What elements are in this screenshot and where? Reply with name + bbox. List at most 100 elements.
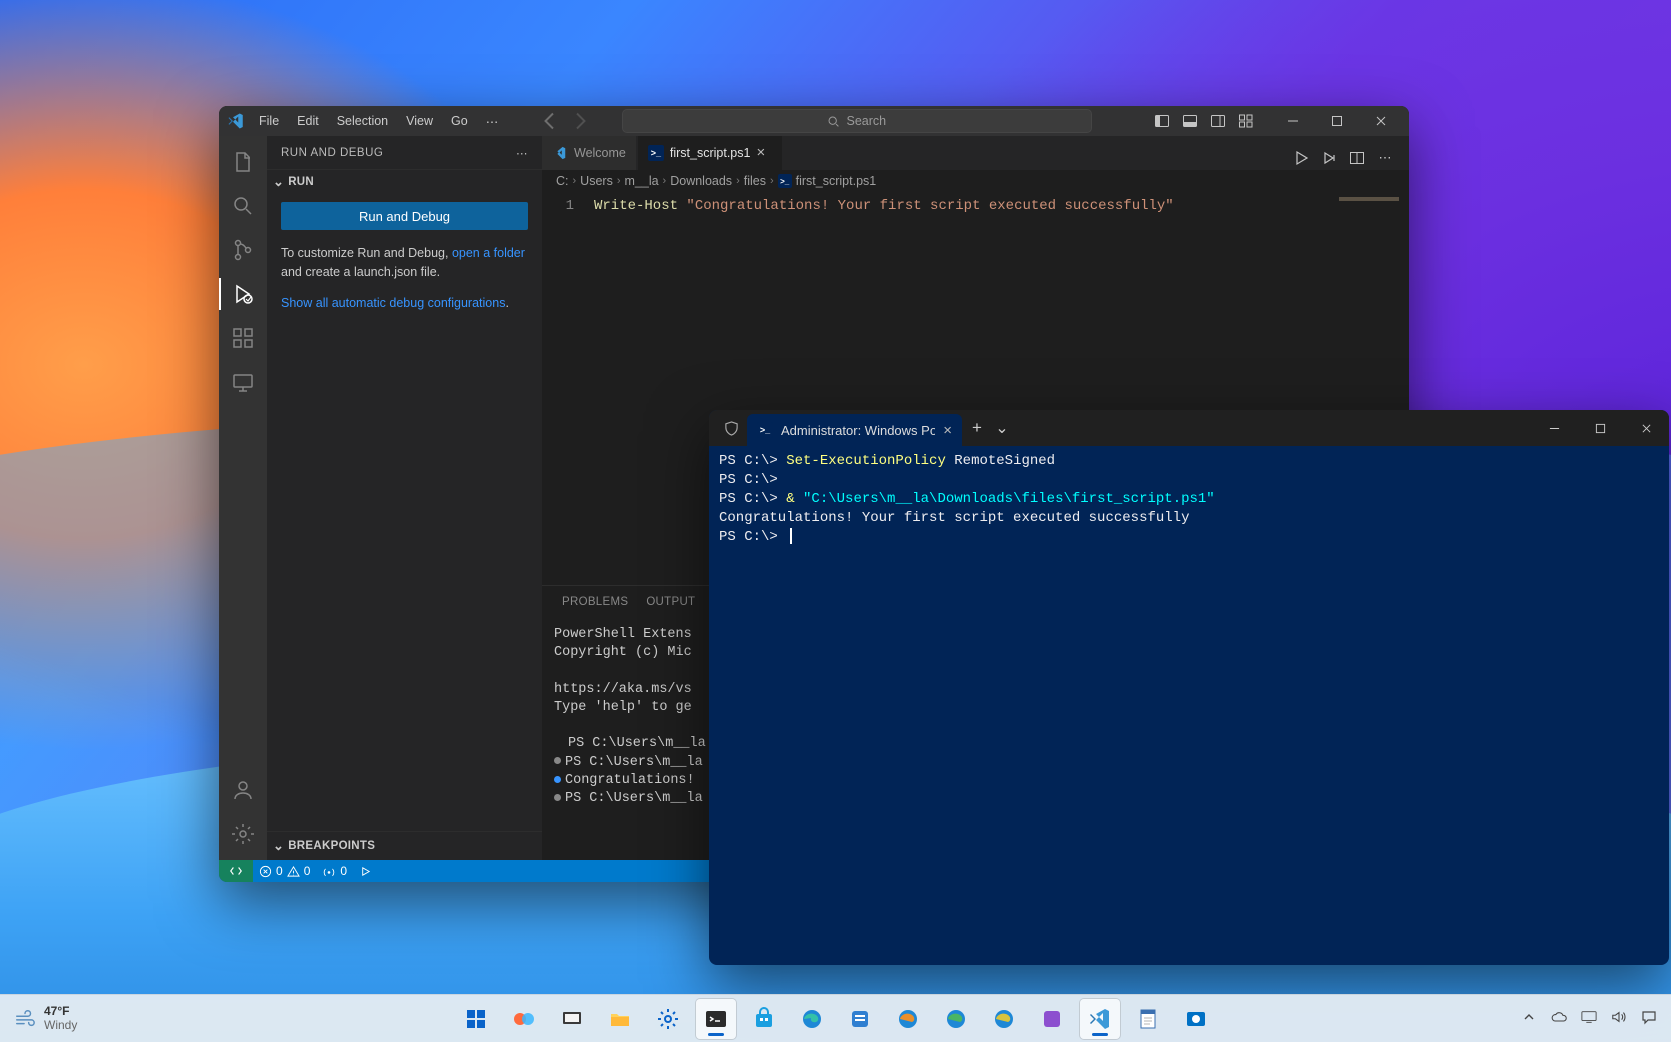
taskbar-app-terminal[interactable] <box>696 999 736 1039</box>
run-section-label: RUN <box>288 176 314 188</box>
run-section-header[interactable]: ⌄ RUN <box>267 170 542 194</box>
tray-chevron-up-icon[interactable] <box>1521 1009 1537 1028</box>
activity-explorer-icon[interactable] <box>219 142 267 182</box>
taskbar-app-vscode[interactable] <box>1080 999 1120 1039</box>
taskbar-app-edge-canary[interactable] <box>936 999 976 1039</box>
activity-settings-icon[interactable] <box>219 814 267 854</box>
terminal-titlebar[interactable]: >_ Administrator: Windows Powe × + ⌄ <box>709 410 1669 446</box>
system-tray <box>1521 1009 1657 1028</box>
new-tab-button[interactable]: + <box>962 418 992 438</box>
weather-temp: 47°F <box>44 1005 77 1018</box>
terminal-body[interactable]: PS C:\> Set-ExecutionPolicy RemoteSigned… <box>709 446 1669 965</box>
breadcrumbs[interactable]: C:› Users› m__la› Downloads› files› >_ f… <box>542 170 1409 192</box>
nav-back-icon[interactable] <box>538 109 562 133</box>
taskbar-app-settings[interactable] <box>648 999 688 1039</box>
activity-search-icon[interactable] <box>219 186 267 226</box>
minimize-button[interactable] <box>1531 410 1577 446</box>
menu-selection[interactable]: Selection <box>329 111 396 132</box>
layout-panel-icon[interactable] <box>1177 108 1203 134</box>
breadcrumb-item[interactable]: Downloads <box>670 174 732 188</box>
taskbar-app-generic-1[interactable] <box>840 999 880 1039</box>
tab-welcome[interactable]: Welcome <box>542 136 637 170</box>
run-debug-sidebar: RUN AND DEBUG ⋯ ⌄ RUN Run and Debug To c… <box>267 136 542 860</box>
tab-first-script[interactable]: >_ first_script.ps1 × <box>638 136 784 170</box>
maximize-button[interactable] <box>1315 106 1359 136</box>
taskbar-app-copilot[interactable] <box>504 999 544 1039</box>
breadcrumb-item[interactable]: Users <box>580 174 613 188</box>
sidebar-more-icon[interactable]: ⋯ <box>516 146 528 160</box>
menu-go[interactable]: Go <box>443 111 476 132</box>
minimize-button[interactable] <box>1271 106 1315 136</box>
maximize-button[interactable] <box>1577 410 1623 446</box>
close-button[interactable] <box>1623 410 1669 446</box>
taskbar-app-edge-dev[interactable] <box>984 999 1024 1039</box>
tab-label: first_script.ps1 <box>670 146 751 160</box>
start-button[interactable] <box>456 999 496 1039</box>
vscode-titlebar[interactable]: File Edit Selection View Go ⋯ Search <box>219 106 1409 136</box>
tray-notifications-icon[interactable] <box>1641 1009 1657 1028</box>
tray-volume-icon[interactable] <box>1611 1009 1627 1028</box>
debug-start-icon <box>359 865 372 878</box>
taskbar-app-generic-2[interactable] <box>1032 999 1072 1039</box>
editor-more-icon[interactable]: ⋯ <box>1373 146 1397 170</box>
taskbar-app-explorer[interactable] <box>600 999 640 1039</box>
weather-widget[interactable]: 47°F Windy <box>14 1005 77 1031</box>
tab-close-icon[interactable]: × <box>943 422 952 439</box>
tray-display-icon[interactable] <box>1581 1009 1597 1028</box>
panel-tab-output[interactable]: OUTPUT <box>638 592 703 612</box>
powershell-file-icon: >_ <box>778 174 792 188</box>
status-debug[interactable] <box>353 865 378 878</box>
taskbar-app-edge[interactable] <box>792 999 832 1039</box>
breadcrumb-item[interactable]: C: <box>556 174 569 188</box>
activity-run-debug-icon[interactable] <box>219 274 267 314</box>
tab-dropdown-icon[interactable]: ⌄ <box>992 418 1012 438</box>
tray-onedrive-icon[interactable] <box>1551 1009 1567 1028</box>
show-configs-link[interactable]: Show all automatic debug configurations <box>281 296 505 310</box>
layout-customize-icon[interactable] <box>1233 108 1259 134</box>
activity-account-icon[interactable] <box>219 770 267 810</box>
taskbar-app-taskview[interactable] <box>552 999 592 1039</box>
editor-tabs: Welcome >_ first_script.ps1 × ⋯ <box>542 136 1409 170</box>
tab-actions: ⋯ <box>1283 146 1403 170</box>
menu-more[interactable]: ⋯ <box>478 111 507 132</box>
activity-source-control-icon[interactable] <box>219 230 267 270</box>
info-dot-icon <box>554 776 561 783</box>
taskbar-app-generic-3[interactable] <box>1176 999 1216 1039</box>
menu-file[interactable]: File <box>251 111 287 132</box>
taskbar-app-edge-beta[interactable] <box>888 999 928 1039</box>
command-center-search[interactable]: Search <box>622 109 1092 133</box>
activity-remote-icon[interactable] <box>219 362 267 402</box>
breadcrumb-item[interactable]: files <box>744 174 766 188</box>
window-controls <box>1531 410 1669 446</box>
breakpoints-section: ⌄ BREAKPOINTS <box>267 831 542 860</box>
breadcrumb-item[interactable]: first_script.ps1 <box>796 174 877 188</box>
vscode-menu: File Edit Selection View Go ⋯ <box>251 111 506 132</box>
run-settings-icon[interactable] <box>1317 146 1341 170</box>
menu-edit[interactable]: Edit <box>289 111 327 132</box>
nav-forward-icon[interactable] <box>568 109 592 133</box>
taskbar: 47°F Windy <box>0 994 1671 1042</box>
split-editor-icon[interactable] <box>1345 146 1369 170</box>
remote-button[interactable] <box>219 860 253 882</box>
activity-extensions-icon[interactable] <box>219 318 267 358</box>
panel-tab-problems[interactable]: PROBLEMS <box>554 592 636 612</box>
terminal-tab[interactable]: >_ Administrator: Windows Powe × <box>747 414 962 446</box>
menu-view[interactable]: View <box>398 111 441 132</box>
status-errors[interactable]: 0 0 <box>253 864 316 878</box>
layout-sidebar-left-icon[interactable] <box>1149 108 1175 134</box>
tab-close-icon[interactable]: × <box>756 145 772 161</box>
taskbar-app-store[interactable] <box>744 999 784 1039</box>
status-ports[interactable]: 0 <box>316 864 353 878</box>
close-button[interactable] <box>1359 106 1403 136</box>
run-file-icon[interactable] <box>1289 146 1313 170</box>
minimap[interactable] <box>1329 196 1409 208</box>
layout-sidebar-right-icon[interactable] <box>1205 108 1231 134</box>
vscode-logo-icon <box>227 112 245 130</box>
open-folder-link[interactable]: open a folder <box>452 246 525 260</box>
breakpoints-header[interactable]: ⌄ BREAKPOINTS <box>267 832 542 860</box>
taskbar-app-notepad[interactable] <box>1128 999 1168 1039</box>
chevron-down-icon: ⌄ <box>273 174 284 190</box>
run-and-debug-button[interactable]: Run and Debug <box>281 202 528 230</box>
breadcrumb-item[interactable]: m__la <box>625 174 659 188</box>
weather-cond: Windy <box>44 1019 77 1032</box>
